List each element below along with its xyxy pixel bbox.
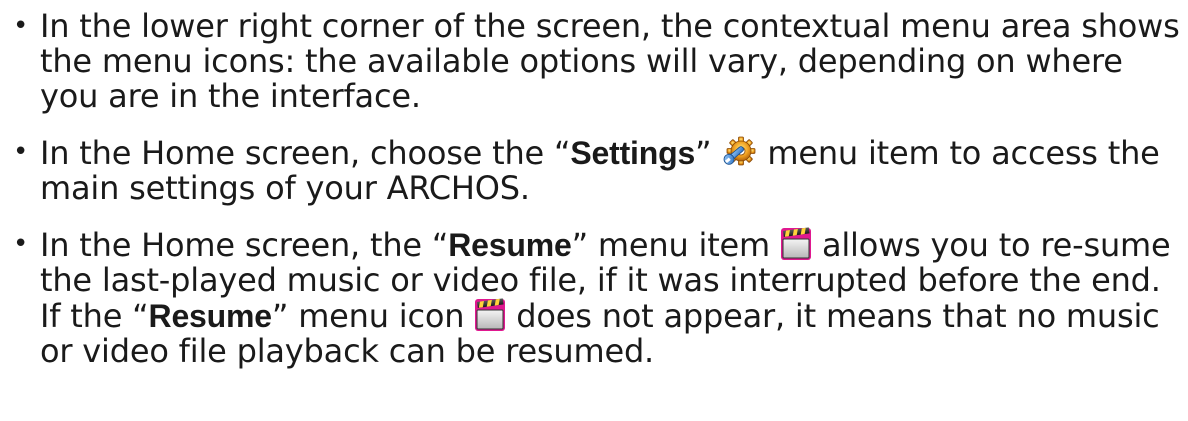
item-text-pre: In the Home screen, the “ — [40, 226, 449, 264]
item-text-pre: In the Home screen, choose the “ — [40, 134, 571, 172]
item-text: In the lower right corner of the screen,… — [40, 7, 1180, 115]
instruction-list: • In the lower right corner of the scree… — [10, 0, 1180, 369]
bullet: • — [13, 11, 29, 41]
resume-label: Resume — [148, 298, 273, 334]
resume-icon — [474, 298, 506, 332]
bullet: • — [13, 229, 29, 259]
settings-label: Settings — [570, 135, 696, 171]
resume-icon — [780, 227, 812, 261]
list-item: • In the lower right corner of the scree… — [10, 0, 1180, 114]
item-text-mid: ” menu item — [571, 226, 780, 264]
item-text-mid: ” — [695, 134, 722, 172]
resume-label: Resume — [448, 227, 572, 263]
item-text-mid: ” menu icon — [271, 297, 475, 335]
list-item: • In the Home screen, choose the “Settin… — [10, 135, 1180, 206]
bullet: • — [13, 137, 29, 167]
list-item: • In the Home screen, the “Resume” menu … — [10, 227, 1180, 369]
settings-icon — [721, 135, 757, 169]
